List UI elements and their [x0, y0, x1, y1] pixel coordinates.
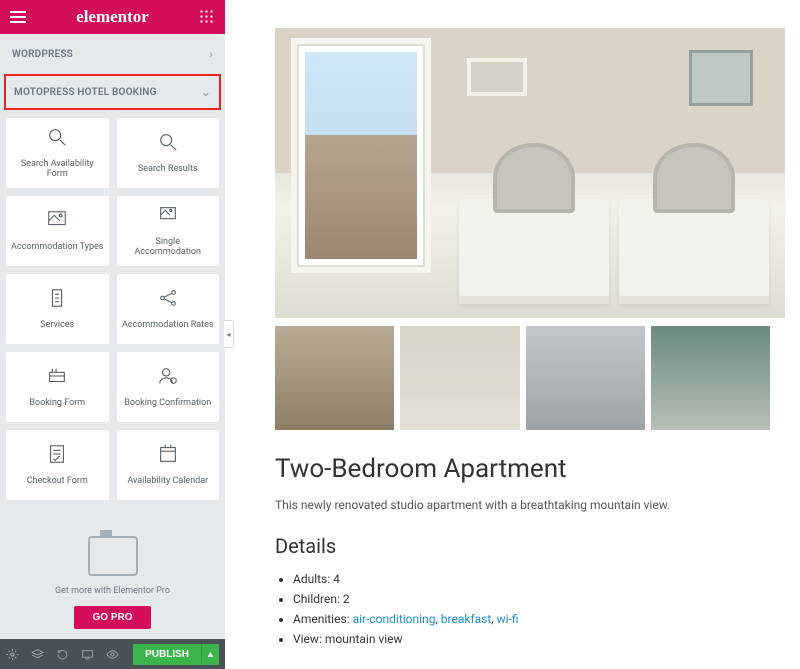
- menu-icon[interactable]: [10, 11, 26, 23]
- widget-label: Search Availability Form: [7, 160, 108, 180]
- detail-item: Amenities: air-conditioning, breakfast, …: [293, 612, 770, 626]
- chevron-down-icon: ⌄: [201, 85, 211, 99]
- preview-icon[interactable]: [106, 648, 119, 661]
- hero-image: [275, 28, 785, 318]
- widget-label: Booking Form: [25, 399, 89, 409]
- gallery-thumbnail[interactable]: [275, 326, 394, 430]
- accordion-wordpress[interactable]: WORDPRESS ›: [0, 36, 225, 72]
- amenity-link[interactable]: breakfast: [441, 612, 491, 626]
- elementor-panel: elementor WORDPRESS › MOTOPRESS HOTEL BO…: [0, 0, 225, 669]
- navigator-icon[interactable]: [31, 648, 44, 661]
- panel-header: elementor: [0, 0, 225, 34]
- list-icon: [46, 287, 68, 313]
- brand-logo: elementor: [26, 7, 199, 27]
- search-icon: [157, 131, 179, 157]
- amenity-link[interactable]: wi-fi: [497, 612, 519, 626]
- publish-options-caret[interactable]: ▲: [201, 644, 219, 665]
- gallery-thumbnail[interactable]: [651, 326, 770, 430]
- gallery-thumbnail[interactable]: [400, 326, 519, 430]
- image-icon: [157, 204, 179, 230]
- widget-accommodation-types[interactable]: Accommodation Types: [6, 196, 109, 266]
- widget-single-accommodation[interactable]: Single Accommodation: [117, 196, 220, 266]
- widget-booking-confirmation[interactable]: Booking Confirmation: [117, 352, 220, 422]
- form-icon: [46, 365, 68, 391]
- settings-icon[interactable]: [6, 648, 19, 661]
- widget-search-availability-form[interactable]: Search Availability Form: [6, 118, 109, 188]
- widget-label: Checkout Form: [23, 477, 92, 487]
- search-icon: [46, 126, 68, 152]
- responsive-icon[interactable]: [81, 648, 94, 661]
- details-heading: Details: [275, 534, 770, 558]
- widget-label: Services: [36, 321, 78, 331]
- widget-booking-form[interactable]: Booking Form: [6, 352, 109, 422]
- page-description: This newly renovated studio apartment wi…: [275, 498, 770, 512]
- widgets-grid-icon[interactable]: [199, 9, 215, 25]
- promo-illustration: [88, 536, 138, 576]
- accordion-motopress-hotel-booking[interactable]: MOTOPRESS HOTEL BOOKING ⌄: [4, 74, 221, 110]
- page-preview: Two-Bedroom Apartment This newly renovat…: [225, 0, 800, 669]
- form-check-icon: [46, 443, 68, 469]
- widget-accommodation-rates[interactable]: Accommodation Rates: [117, 274, 220, 344]
- gallery-icon: [46, 209, 68, 235]
- promo-caption: Get more with Elementor Pro: [55, 586, 170, 596]
- user-check-icon: [157, 365, 179, 391]
- detail-item: View: mountain view: [293, 632, 770, 646]
- widgets-grid: Search Availability Form Search Results …: [0, 110, 225, 508]
- widget-checkout-form[interactable]: Checkout Form: [6, 430, 109, 500]
- chevron-right-icon: ›: [209, 47, 213, 61]
- widget-services[interactable]: Services: [6, 274, 109, 344]
- gallery-thumbnail[interactable]: [526, 326, 645, 430]
- accordion-label: WORDPRESS: [12, 49, 73, 60]
- widget-label: Single Accommodation: [118, 238, 219, 258]
- widget-label: Search Results: [134, 165, 202, 175]
- widget-label: Accommodation Types: [7, 243, 107, 253]
- panel-collapse-handle[interactable]: ◂: [224, 320, 234, 348]
- accordion-label: MOTOPRESS HOTEL BOOKING: [14, 87, 157, 98]
- widget-availability-calendar[interactable]: Availability Calendar: [117, 430, 220, 500]
- page-title: Two-Bedroom Apartment: [275, 454, 770, 484]
- widget-label: Booking Confirmation: [120, 399, 215, 409]
- promo-section: Get more with Elementor Pro GO PRO: [0, 508, 225, 639]
- widget-label: Availability Calendar: [123, 477, 212, 487]
- publish-button-group: PUBLISH ▲: [133, 644, 219, 665]
- widget-search-results[interactable]: Search Results: [117, 118, 220, 188]
- widget-label: Accommodation Rates: [118, 321, 218, 331]
- detail-item: Children: 2: [293, 592, 770, 606]
- details-list: Adults: 4 Children: 2 Amenities: air-con…: [275, 572, 770, 646]
- gallery-thumbnails: [275, 326, 770, 430]
- amenity-link[interactable]: air-conditioning: [353, 612, 436, 626]
- panel-bottom-bar: PUBLISH ▲: [0, 639, 225, 669]
- publish-button[interactable]: PUBLISH: [133, 644, 201, 665]
- go-pro-button[interactable]: GO PRO: [74, 606, 150, 629]
- calendar-icon: [157, 443, 179, 469]
- share-icon: [157, 287, 179, 313]
- history-icon[interactable]: [56, 648, 69, 661]
- detail-item: Adults: 4: [293, 572, 770, 586]
